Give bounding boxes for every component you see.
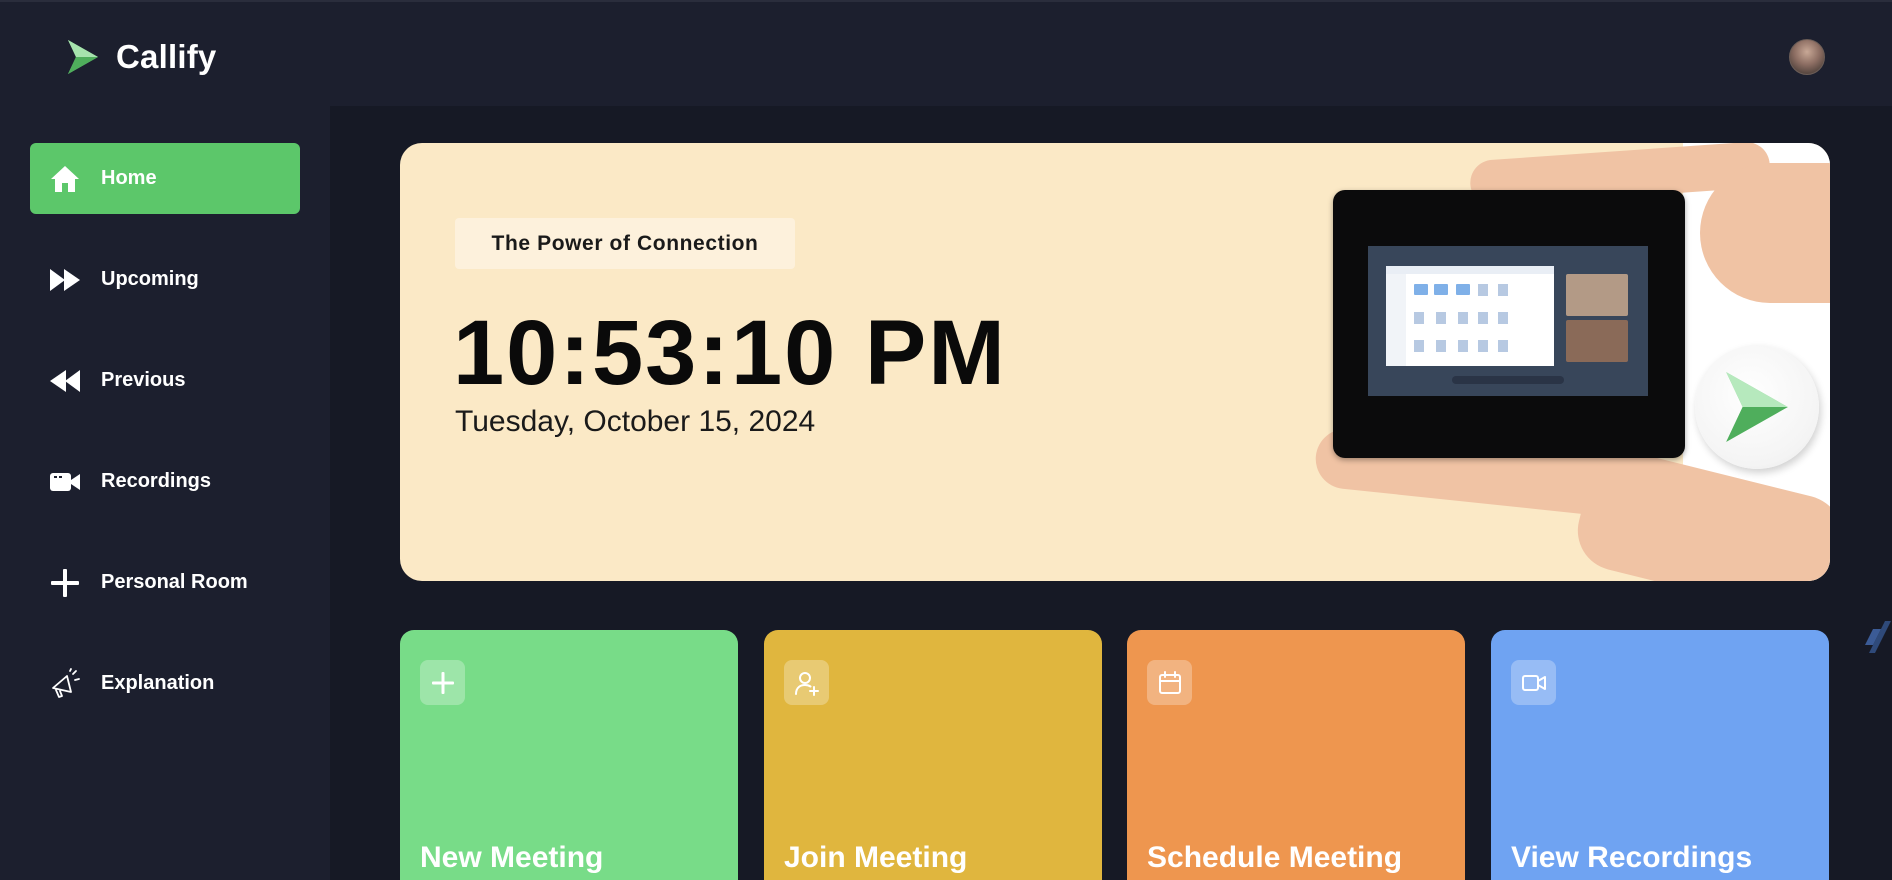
card-title: New Meeting xyxy=(420,841,604,874)
card-title: View Recordings xyxy=(1511,841,1753,874)
user-plus-icon xyxy=(784,660,829,705)
top-navbar: Callify xyxy=(0,0,1892,106)
schedule-meeting-card[interactable]: Schedule Meeting xyxy=(1127,630,1465,880)
home-icon xyxy=(48,162,82,196)
plus-icon xyxy=(48,566,82,600)
hero-badge: The Power of Connection xyxy=(455,218,795,269)
hero-banner: The Power of Connection 10:53:10 PM Tues… xyxy=(400,143,1830,581)
play-triangle-icon xyxy=(68,40,98,74)
brand-logo-link[interactable]: Callify xyxy=(66,38,216,76)
megaphone-icon xyxy=(48,667,82,701)
card-title: Join Meeting xyxy=(784,841,968,874)
sidebar-item-label: Upcoming xyxy=(101,268,199,290)
sidebar-item-upcoming[interactable]: Upcoming xyxy=(30,244,300,315)
calendar-icon xyxy=(1147,660,1192,705)
tablet-screen xyxy=(1368,246,1648,396)
plus-icon xyxy=(420,660,465,705)
scroll-handle-icon[interactable] xyxy=(1863,619,1892,655)
sidebar-item-home[interactable]: Home xyxy=(30,143,300,214)
sidebar-item-label: Explanation xyxy=(101,672,215,694)
sidebar-item-recordings[interactable]: Recordings xyxy=(30,446,300,517)
sidebar-item-label: Home xyxy=(101,167,157,189)
user-avatar[interactable] xyxy=(1789,39,1825,75)
call-controls xyxy=(1452,376,1564,384)
fast-forward-icon xyxy=(48,263,82,297)
callify-sticker xyxy=(1695,345,1819,469)
join-meeting-card[interactable]: Join Meeting xyxy=(764,630,1102,880)
video-icon xyxy=(1511,660,1556,705)
file-window xyxy=(1386,266,1554,366)
current-time: 10:53:10 PM xyxy=(453,302,1007,404)
sidebar-item-label: Personal Room xyxy=(101,571,248,593)
view-recordings-card[interactable]: View Recordings xyxy=(1491,630,1829,880)
sidebar-item-personal-room[interactable]: Personal Room xyxy=(30,547,300,618)
card-title: Schedule Meeting xyxy=(1147,841,1403,874)
tablet-device xyxy=(1333,190,1685,458)
current-date: Tuesday, October 15, 2024 xyxy=(455,405,816,438)
sidebar-item-label: Recordings xyxy=(101,470,212,492)
new-meeting-card[interactable]: New Meeting xyxy=(400,630,738,880)
sidebar-item-explanation[interactable]: Explanation xyxy=(30,648,300,719)
rewind-icon xyxy=(48,364,82,398)
video-tile xyxy=(1566,320,1628,362)
video-camera-icon xyxy=(48,465,82,499)
brand-name: Callify xyxy=(116,38,217,75)
sidebar: Home Upcoming Previous Recordings Person… xyxy=(0,106,330,880)
top-wrist xyxy=(1700,163,1830,303)
sidebar-item-label: Previous xyxy=(101,369,186,391)
video-tile xyxy=(1566,274,1628,316)
sidebar-item-previous[interactable]: Previous xyxy=(30,345,300,416)
play-triangle-icon xyxy=(1726,372,1788,442)
